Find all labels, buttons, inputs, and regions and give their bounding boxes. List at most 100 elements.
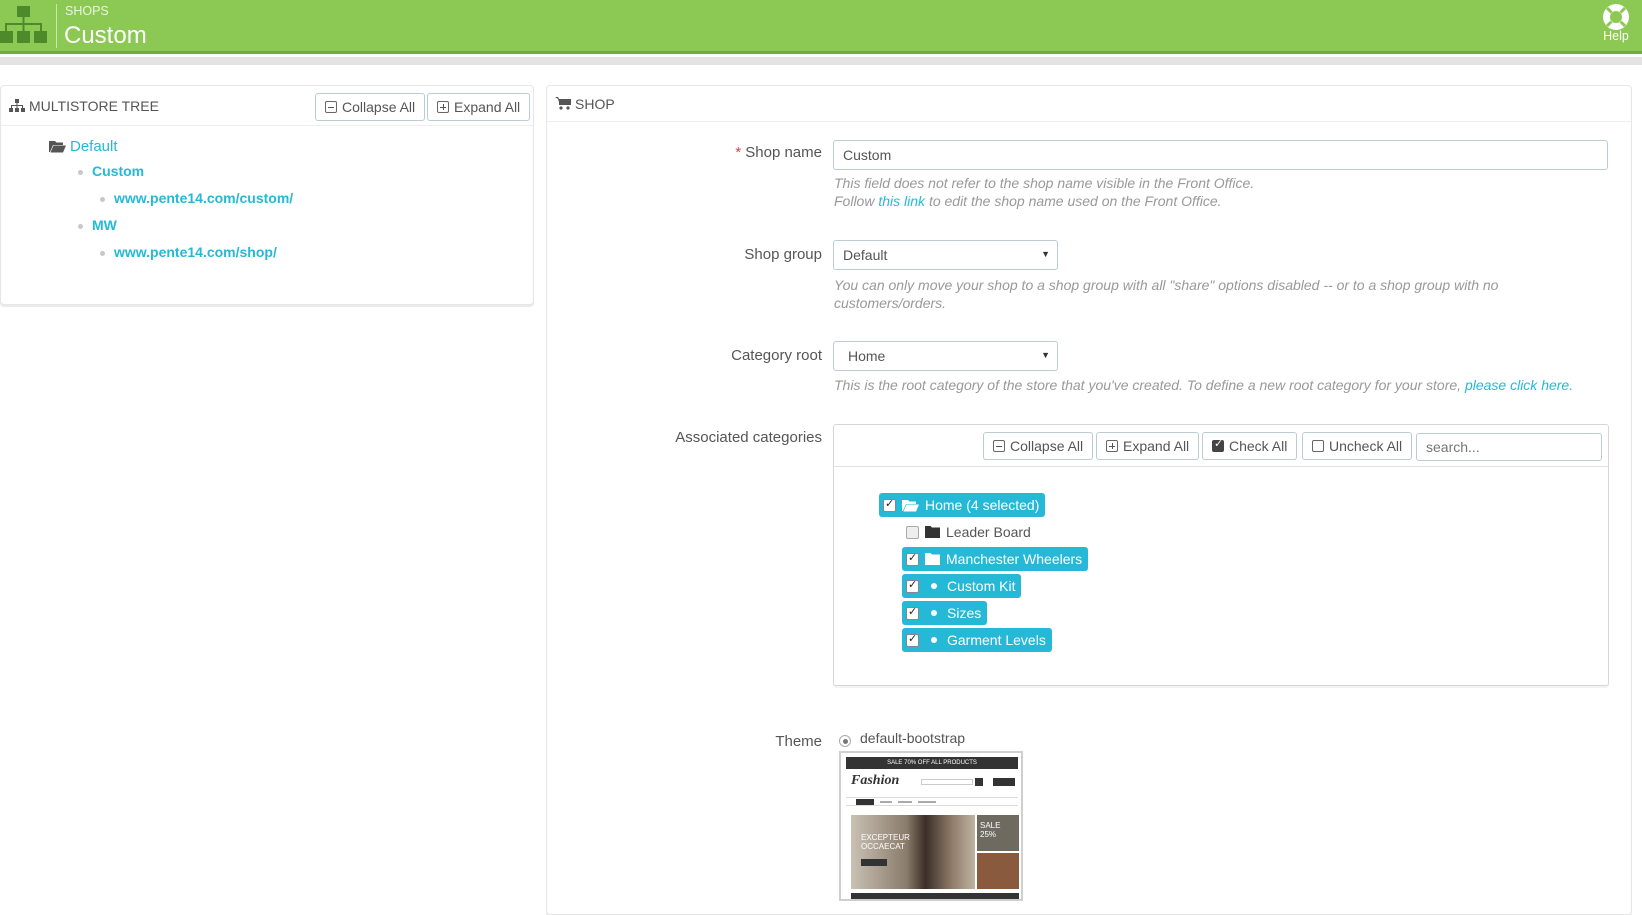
shop-name-label-text: Shop name <box>745 144 822 161</box>
category-checkbox[interactable] <box>906 605 919 620</box>
shop-url-link-custom[interactable]: www.pente14.com/custom/ <box>114 190 293 206</box>
help-follow-text: Follow <box>834 193 875 209</box>
header-divider <box>56 4 57 48</box>
preview-side-banner-2 <box>977 853 1019 889</box>
bullet-icon <box>78 223 83 229</box>
multistore-tree-panel: MULTISTORE TREE Collapse All Expand All … <box>0 85 534 305</box>
plus-square-icon <box>437 101 449 113</box>
preview-topbar: SALE 70% OFF ALL PRODUCTS <box>846 757 1018 769</box>
preview-searchbar <box>921 779 973 785</box>
category-highlight: Home (4 selected) <box>879 493 1046 517</box>
folder-icon <box>925 553 940 565</box>
shop-item-custom: Custom <box>78 163 144 179</box>
bullet-icon <box>931 583 937 589</box>
category-checkbox[interactable] <box>906 551 919 566</box>
shop-name-help-line2: Follow this link to edit the shop name u… <box>834 192 1614 210</box>
shop-url-item-custom: www.pente14.com/custom/ <box>100 190 293 206</box>
bullet-icon <box>78 169 83 175</box>
cat-collapse-all-button[interactable]: Collapse All <box>983 432 1094 460</box>
category-root-label: Category root <box>731 347 822 364</box>
lifebuoy-icon <box>1603 4 1629 30</box>
help-rest-text: to edit the shop name used on the Front … <box>928 193 1222 209</box>
category-checkbox[interactable] <box>906 632 919 647</box>
page-title: Custom <box>64 22 147 49</box>
category-label: Home (4 selected) <box>925 497 1040 513</box>
preview-menu <box>846 797 1018 806</box>
category-tree-toolbar: Collapse All Expand All Check All Unchec… <box>834 425 1608 467</box>
preview-cart <box>993 778 1015 786</box>
check-square-icon <box>1212 437 1224 452</box>
minus-square-icon <box>993 440 1005 452</box>
preview-sale-text: SALE 25% <box>980 821 1001 839</box>
square-icon <box>1312 440 1324 452</box>
theme-label: Theme <box>775 733 822 750</box>
shop-name-label: * Shop name <box>640 144 822 161</box>
this-link[interactable]: this link <box>878 193 925 209</box>
category-row: Leader Board <box>902 520 1037 544</box>
preview-hero-text: EXCEPTEUR OCCAECAT <box>861 833 910 851</box>
bullet-icon <box>100 196 105 202</box>
shop-url-link-mw[interactable]: www.pente14.com/shop/ <box>114 244 277 260</box>
category-item-garment-levels[interactable]: Garment Levels <box>902 628 1052 652</box>
sitemap-icon <box>0 6 47 43</box>
preview-hero: EXCEPTEUR OCCAECAT <box>851 815 975 889</box>
shop-url-item-mw: www.pente14.com/shop/ <box>100 244 277 260</box>
shop-name-help-line1: This field does not refer to the shop na… <box>834 175 1255 191</box>
shop-name-input[interactable]: Custom <box>833 140 1608 170</box>
shop-group-link[interactable]: Default <box>70 138 118 155</box>
check-all-button[interactable]: Check All <box>1202 432 1298 460</box>
category-highlight: Custom Kit <box>902 574 1022 598</box>
category-label: Custom Kit <box>947 578 1016 594</box>
shop-link-custom[interactable]: Custom <box>92 163 144 179</box>
theme-radio[interactable] <box>839 735 851 747</box>
category-item-manchester-wheelers[interactable]: Manchester Wheelers <box>902 547 1089 571</box>
bullet-icon <box>931 637 937 643</box>
category-checkbox[interactable] <box>906 578 919 593</box>
shop-panel-header: SHOP <box>547 86 1631 122</box>
category-item-leader-board[interactable]: Leader Board <box>902 520 1037 544</box>
category-tree: Collapse All Expand All Check All Unchec… <box>833 424 1609 686</box>
shop-name-value: Custom <box>843 147 892 163</box>
page-header: SHOPS Custom Help <box>0 0 1642 54</box>
folder-open-icon <box>49 141 66 153</box>
help-button[interactable]: Help <box>1596 2 1636 43</box>
category-root-select[interactable]: Home ▼ <box>833 341 1058 371</box>
uncheck-all-button[interactable]: Uncheck All <box>1302 432 1413 460</box>
shop-link-mw[interactable]: MW <box>92 217 117 233</box>
theme-option-label[interactable]: default-bootstrap <box>860 730 965 746</box>
tree-collapse-all-button[interactable]: Collapse All <box>315 93 426 121</box>
shop-group-value: Default <box>843 247 888 263</box>
category-item-custom-kit[interactable]: Custom Kit <box>902 574 1022 598</box>
shop-group-help: You can only move your shop to a shop gr… <box>834 276 1624 312</box>
category-label: Garment Levels <box>947 632 1046 648</box>
preview-footer-bar <box>851 893 1019 899</box>
collapse-label: Collapse All <box>342 99 416 115</box>
category-checkbox[interactable] <box>883 497 896 512</box>
sitemap-icon <box>9 98 25 112</box>
required-mark: * <box>735 144 742 161</box>
plus-square-icon <box>1106 440 1118 452</box>
shop-panel-title: SHOP <box>575 95 615 112</box>
category-item-home[interactable]: Home (4 selected) <box>879 493 1046 517</box>
please-click-here-link[interactable]: please click here. <box>1465 377 1573 393</box>
shop-group-help-line2: customers/orders. <box>834 295 947 311</box>
category-highlight: Manchester Wheelers <box>902 547 1089 571</box>
category-search-input[interactable] <box>1416 433 1602 461</box>
category-highlight: Sizes <box>902 601 988 625</box>
category-label: Manchester Wheelers <box>946 551 1083 567</box>
shopping-cart-icon <box>555 97 571 110</box>
tree-expand-all-button[interactable]: Expand All <box>427 93 531 121</box>
theme-preview-image[interactable]: SALE 70% OFF ALL PRODUCTS Fashion EXCEPT… <box>839 751 1023 901</box>
breadcrumb: SHOPS <box>65 4 109 18</box>
preview-brand: Fashion <box>851 773 900 788</box>
associated-categories-label: Associated categories <box>675 429 822 446</box>
minus-square-icon <box>325 101 337 113</box>
category-root-help-text: This is the root category of the store t… <box>834 377 1462 393</box>
category-label: Sizes <box>947 605 982 621</box>
category-item-sizes[interactable]: Sizes <box>902 601 988 625</box>
bullet-icon <box>931 610 937 616</box>
cat-expand-all-button[interactable]: Expand All <box>1096 432 1200 460</box>
shop-group-item[interactable]: Default <box>49 138 118 155</box>
shop-group-select[interactable]: Default ▼ <box>833 240 1058 270</box>
category-checkbox[interactable] <box>906 525 919 539</box>
